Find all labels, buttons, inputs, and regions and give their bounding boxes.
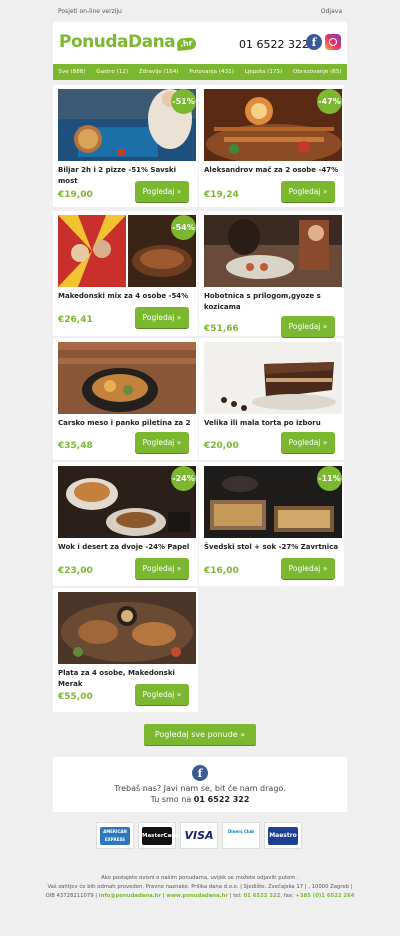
unsubscribe-link[interactable]: Odjava [321,8,342,15]
offer-card: -47% Aleksandrov mač za 2 osobe -47% €19… [199,85,344,207]
offer-title[interactable]: Wok i desert za dvoje -24% Papel [58,542,196,553]
offer-title[interactable]: Makedonski mix za 4 osobe -54% [58,291,196,302]
logo[interactable]: PonudaDana .hr [59,31,197,53]
footer-sep: | [162,893,165,899]
footer-line-2: Vaš zahtjev će biti odmah proveden. Prav… [47,884,353,890]
contact-phone-line: Tu smo na 01 6522 322 [53,795,347,804]
offer-image-imperial-meat[interactable] [58,342,196,414]
nav-item-gastro[interactable]: Gastro (12) [96,69,128,75]
offer-card: Plata za 4 osobe, Makedonski Merak €55,0… [53,588,198,712]
contact-box: f Trebaš nas? Javi nam se, bit će nam dr… [53,757,347,812]
online-version-link[interactable]: Posjeti on-line verziju [58,8,122,15]
offer-price: €35,48 [58,441,93,451]
offer-title[interactable]: Hobotnica s prilogom,gyoze s kozicama [204,291,342,313]
discount-badge: -47% [317,89,342,114]
offer-price: €16,00 [204,566,239,576]
footer-line-3: OIB 43728211079 | info@ponudadana.hr | w… [40,892,360,901]
footer-fax: +385 (0)1 6522 264 [295,893,355,899]
offer-card: -54% Makedonski mix za 4 osobe -54% €26,… [53,211,198,336]
view-offer-button[interactable]: Pogledaj » [281,432,335,453]
view-offer-button[interactable]: Pogledaj » [281,181,335,202]
offer-title[interactable]: Švedski stol + sok -27% Zavrtnica [204,542,342,553]
view-offer-button[interactable]: Pogledaj » [135,307,189,328]
mastercard-logo: MasterCard [142,827,178,845]
nav-item-sve[interactable]: Sve (888) [58,69,85,75]
logo-tag: .hr [176,37,197,51]
offer-title[interactable]: Velika ili mala torta po izboru [204,418,342,429]
offer-price: €19,00 [58,190,93,200]
offer-image-cake[interactable] [204,342,342,414]
offer-image-platter[interactable] [58,592,196,664]
diners-club-icon: Diners Club [222,822,260,849]
contact-phone-prefix: Tu smo na [150,795,192,804]
footer-fax-label: , fax: [280,893,294,899]
offer-price: €23,00 [58,566,93,576]
view-offer-button[interactable]: Pogledaj » [281,558,335,579]
header-phone: 01 6522 322 [239,38,309,51]
mastercard-icon: MasterCard [138,822,178,849]
offer-card: Velika ili mala torta po izboru €20,00 P… [199,338,344,460]
footer-oib: OIB 43728211079 | [45,893,98,899]
view-offer-button[interactable]: Pogledaj » [135,181,189,202]
offer-price: €55,00 [58,692,93,702]
discount-badge: -54% [171,215,196,240]
contact-phone[interactable]: 01 6522 322 [194,795,250,804]
view-offer-button[interactable]: Pogledaj » [281,316,335,337]
amex-icon: AMERICAN EXPRESS [96,822,134,849]
view-offer-button[interactable]: Pogledaj » [135,558,189,579]
offer-card: -11% Švedski stol + sok -27% Zavrtnica €… [199,462,344,586]
nav-item-putovanja[interactable]: Putovanja (431) [189,69,234,75]
offer-price: €51,66 [204,324,239,334]
maestro-icon: Maestro [264,822,302,849]
offer-title[interactable]: Aleksandrov mač za 2 osobe -47% [204,165,342,176]
view-offer-button[interactable]: Pogledaj » [135,684,189,705]
footer-tel[interactable]: 01 6522 322 [243,893,280,899]
visa-logo: VISA [184,827,214,845]
offer-card: -24% Wok i desert za dvoje -24% Papel €2… [53,462,198,586]
maestro-logo: Maestro [268,827,298,845]
view-all-offers-button[interactable]: Pogledaj sve ponude » [144,724,256,745]
top-bar: Posjeti on-line verziju Odjava [58,8,342,20]
offer-title[interactable]: Carsko meso i panko piletina za 2 [58,418,196,429]
footer-site-link[interactable]: www.ponudadana.hr [166,893,228,899]
header: PonudaDana .hr 01 6522 322 f [53,22,347,64]
discount-badge: -51% [171,89,196,114]
facebook-icon[interactable]: f [306,34,322,50]
discount-badge: -11% [317,466,342,491]
offer-card: -51% Biljar 2h i 2 pizze -51% Savski mos… [53,85,198,207]
discount-badge: -24% [171,466,196,491]
footer-sep: | tel: [229,893,242,899]
nav-item-obrazovanje[interactable]: Obrazovanje (65) [293,69,342,75]
logo-word: PonudaDana [59,32,176,52]
footer-email-link[interactable]: info@ponudadana.hr [99,893,161,899]
offer-card: Carsko meso i panko piletina za 2 €35,48… [53,338,198,460]
nav-item-ljepota[interactable]: Ljepota (175) [245,69,283,75]
footer: Ako postajete ovisni o našim ponudama, u… [40,874,360,901]
instagram-icon[interactable] [325,34,341,50]
nav-item-zdravlje[interactable]: Zdravlje (164) [139,69,179,75]
facebook-icon[interactable]: f [192,765,208,781]
offer-card: Hobotnica s prilogom,gyoze s kozicama €5… [199,211,344,337]
offer-price: €19,24 [204,190,239,200]
visa-icon: VISA [180,822,218,849]
contact-text: Trebaš nas? Javi nam se, bit će nam drag… [114,784,286,793]
offer-price: €26,41 [58,315,93,325]
category-nav: Sve (888) Gastro (12) Zdravlje (164) Put… [53,64,347,80]
newsletter: Posjeti on-line verziju Odjava PonudaDan… [0,0,400,936]
offer-image-octopus[interactable] [204,215,342,287]
diners-logo: Diners Club [226,827,256,845]
amex-logo: AMERICAN EXPRESS [100,827,130,845]
footer-line-1: Ako postajete ovisni o našim ponudama, u… [101,875,299,881]
offer-price: €20,00 [204,441,239,451]
view-offer-button[interactable]: Pogledaj » [135,432,189,453]
